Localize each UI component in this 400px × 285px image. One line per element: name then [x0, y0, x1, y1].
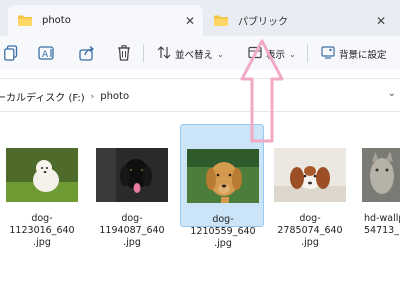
- set-background-button[interactable]: 背景に設定: [321, 46, 387, 62]
- set-background-icon: [321, 46, 335, 62]
- breadcrumb: ーカルディスク (F:) › photo: [0, 89, 129, 104]
- chevron-right-icon: ›: [90, 91, 95, 102]
- breadcrumb-folder[interactable]: photo: [100, 91, 129, 102]
- svg-text:A: A: [42, 50, 49, 60]
- file-list: dog-1123016_640 .jpg dog-1194087_640 .jp…: [0, 112, 400, 285]
- file-name: dog-1194087_640 .jpg: [99, 213, 165, 248]
- chevron-down-icon: ⌄: [289, 49, 296, 59]
- file-name: hd-wallp 54713_1: [364, 213, 400, 236]
- thumbnail-image: [274, 148, 346, 202]
- delete-icon[interactable]: [115, 44, 133, 62]
- toolbar-divider: [307, 44, 308, 62]
- copy-icon[interactable]: [2, 44, 20, 62]
- annotation-arrow-icon: [240, 39, 284, 143]
- file-item[interactable]: hd-wallp 54713_1: [356, 124, 400, 236]
- tab-public[interactable]: パブリック ✕: [204, 5, 394, 36]
- chevron-down-icon: ⌄: [217, 49, 224, 59]
- thumbnail-image: [96, 148, 168, 202]
- breadcrumb-drive[interactable]: ーカルディスク (F:): [0, 89, 85, 104]
- folder-icon: [18, 15, 32, 26]
- file-name: dog-1210559_640 .jpg: [190, 214, 256, 249]
- sort-label: 並べ替え: [175, 50, 214, 61]
- file-item[interactable]: dog-1194087_640 .jpg: [90, 124, 174, 248]
- file-item[interactable]: dog-1123016_640 .jpg: [0, 124, 84, 248]
- thumbnail-image: [187, 149, 259, 203]
- command-bar: A 並べ替え ⌄ 表示 ⌄ 背景に設定: [0, 36, 400, 70]
- close-icon[interactable]: ✕: [183, 14, 197, 28]
- file-name: dog-2785074_640 .jpg: [277, 213, 343, 248]
- folder-icon: [214, 15, 228, 26]
- thumbnail-image: [6, 148, 78, 202]
- set-background-label: 背景に設定: [339, 50, 387, 61]
- sort-icon: [157, 46, 171, 62]
- rename-icon[interactable]: A: [38, 44, 56, 62]
- file-name: dog-1123016_640 .jpg: [9, 213, 75, 248]
- tab-title: パブリック: [238, 17, 288, 28]
- sort-button[interactable]: 並べ替え ⌄: [157, 46, 224, 62]
- thumbnail-image: [362, 148, 400, 202]
- tab-photo[interactable]: photo ✕: [8, 5, 203, 36]
- tab-bar: photo ✕ パブリック ✕: [0, 0, 400, 36]
- close-icon[interactable]: ✕: [374, 14, 388, 28]
- share-icon[interactable]: [78, 44, 96, 62]
- tab-title: photo: [42, 15, 71, 26]
- toolbar-divider: [143, 44, 144, 62]
- chevron-down-icon[interactable]: ⌄: [388, 88, 396, 99]
- address-bar[interactable]: ーカルディスク (F:) › photo ⌄: [0, 78, 400, 112]
